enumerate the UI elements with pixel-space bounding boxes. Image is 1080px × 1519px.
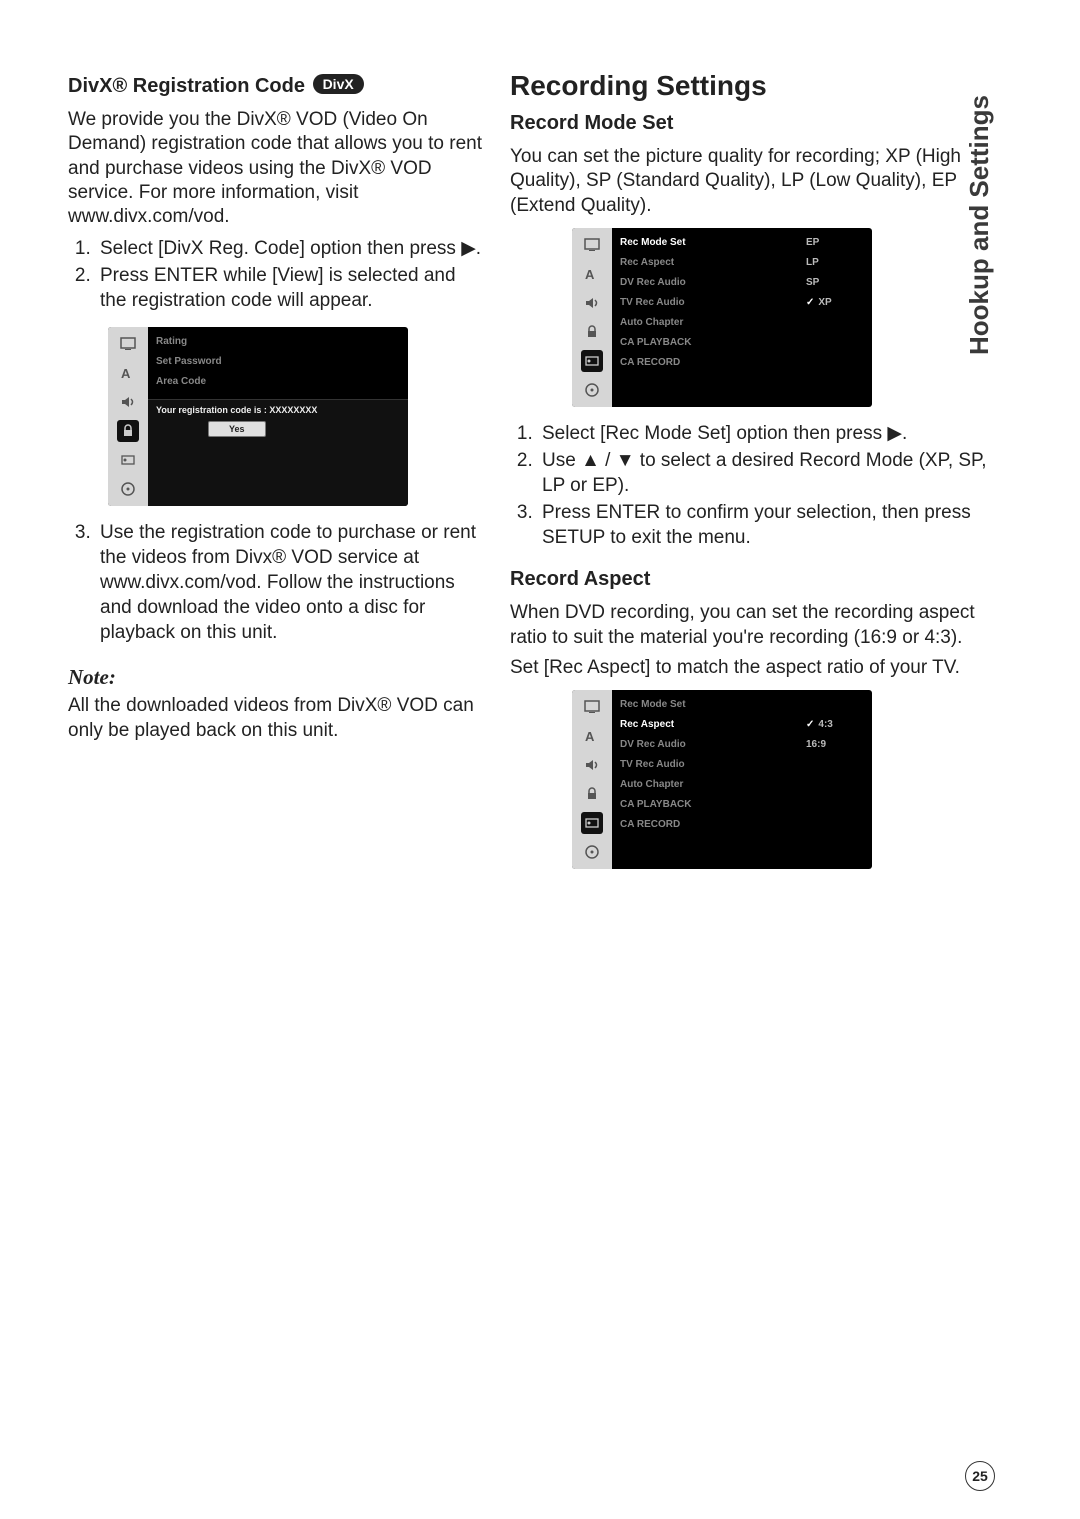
osd-icon-column: A [572,690,612,869]
divx-reg-heading-text: DivX® Registration Code [68,75,311,97]
osd-option-selected: 4:3 [802,716,872,736]
section-tab: Hookup and Settings [964,95,995,355]
language-icon: A [581,263,603,285]
osd-menu-item: DV Rec Audio [612,274,802,294]
lock-icon [117,420,139,442]
list-item: Use the registration code to purchase or… [96,520,482,645]
divx-intro: We provide you the DivX® VOD (Video On D… [68,108,482,230]
osd-menu-item: CA RECORD [612,816,802,836]
audio-icon [581,754,603,776]
osd-option-selected: XP [802,294,872,314]
page-number: 25 [965,1461,995,1491]
osd-icon-column: A [572,228,612,407]
tv-icon [581,696,603,718]
osd-menu-item: Auto Chapter [612,314,802,334]
osd-screenshot-recmode: A Rec Mode Set Rec Aspect DV Rec Audio T… [572,228,1004,407]
osd-menu-item: TV Rec Audio [612,756,802,776]
tv-icon [117,333,139,355]
right-column: Recording Settings Record Mode Set You c… [510,70,1004,883]
disc-icon [117,478,139,500]
rec-mode-heading: Record Mode Set [510,112,1004,135]
osd-menu-item: Set Password [148,353,408,373]
divx-steps-1-2: Select [DivX Reg. Code] option then pres… [68,236,482,313]
list-item: Use ▲ / ▼ to select a desired Record Mod… [538,448,1004,498]
osd-menu-item: Rec Aspect [612,254,802,274]
osd-screenshot-recaspect: A Rec Mode Set Rec Aspect DV Rec Audio T… [572,690,1004,869]
rec-aspect-p1: When DVD recording, you can set the reco… [510,601,1004,650]
osd-icon-column: A [108,327,148,506]
osd-reg-code-line: Your registration code is : XXXXXXXX [156,405,400,415]
divx-step-3: Use the registration code to purchase or… [68,520,482,645]
divx-reg-heading: DivX® Registration Code DivX [68,74,482,98]
osd-menu-item: CA PLAYBACK [612,334,802,354]
osd-menu-item: DV Rec Audio [612,736,802,756]
svg-text:A: A [585,267,595,281]
osd-menu-item: Rec Mode Set [612,234,802,254]
osd-option: SP [802,274,872,294]
recording-settings-heading: Recording Settings [510,70,1004,102]
rec-mode-intro: You can set the picture quality for reco… [510,145,1004,218]
lock-icon [581,321,603,343]
svg-text:A: A [121,366,131,380]
osd-menu-item: CA PLAYBACK [612,796,802,816]
list-item: Press ENTER while [View] is selected and… [96,263,482,313]
language-icon: A [581,725,603,747]
two-column-layout: DivX® Registration Code DivX We provide … [68,70,1020,883]
language-icon: A [117,362,139,384]
audio-icon [117,391,139,413]
left-column: DivX® Registration Code DivX We provide … [68,70,482,883]
list-item: Select [DivX Reg. Code] option then pres… [96,236,482,261]
osd-yes-button[interactable]: Yes [208,421,266,437]
rec-aspect-heading: Record Aspect [510,568,1004,591]
osd-menu-item: CA RECORD [612,354,802,374]
record-icon [581,812,603,834]
osd-option: EP [802,234,872,254]
list-item: Select [Rec Mode Set] option then press … [538,421,1004,446]
osd-menu-item: Rating [148,333,408,353]
tv-icon [581,234,603,256]
osd-menu-item: Area Code [148,373,408,393]
rec-mode-steps: Select [Rec Mode Set] option then press … [510,421,1004,550]
disc-icon [581,379,603,401]
rec-aspect-p2: Set [Rec Aspect] to match the aspect rat… [510,656,1004,680]
osd-menu-item: Rec Mode Set [612,696,802,716]
note-body: All the downloaded videos from DivX® VOD… [68,694,482,743]
record-icon [581,350,603,372]
divx-badge-icon: DivX [313,74,364,94]
audio-icon [581,292,603,314]
osd-menu-item: TV Rec Audio [612,294,802,314]
disc-icon [581,841,603,863]
osd-menu-item: Rec Aspect [612,716,802,736]
manual-page: Hookup and Settings DivX® Registration C… [0,0,1080,1519]
svg-text:A: A [585,729,595,743]
osd-option: 16:9 [802,736,872,756]
note-label: Note: [68,665,482,690]
list-item: Press ENTER to confirm your selection, t… [538,500,1004,550]
record-icon [117,449,139,471]
osd-option: LP [802,254,872,274]
osd-menu-item: Auto Chapter [612,776,802,796]
osd-screenshot-divx: A Rating Set Password Area Code [108,327,482,506]
lock-icon [581,783,603,805]
